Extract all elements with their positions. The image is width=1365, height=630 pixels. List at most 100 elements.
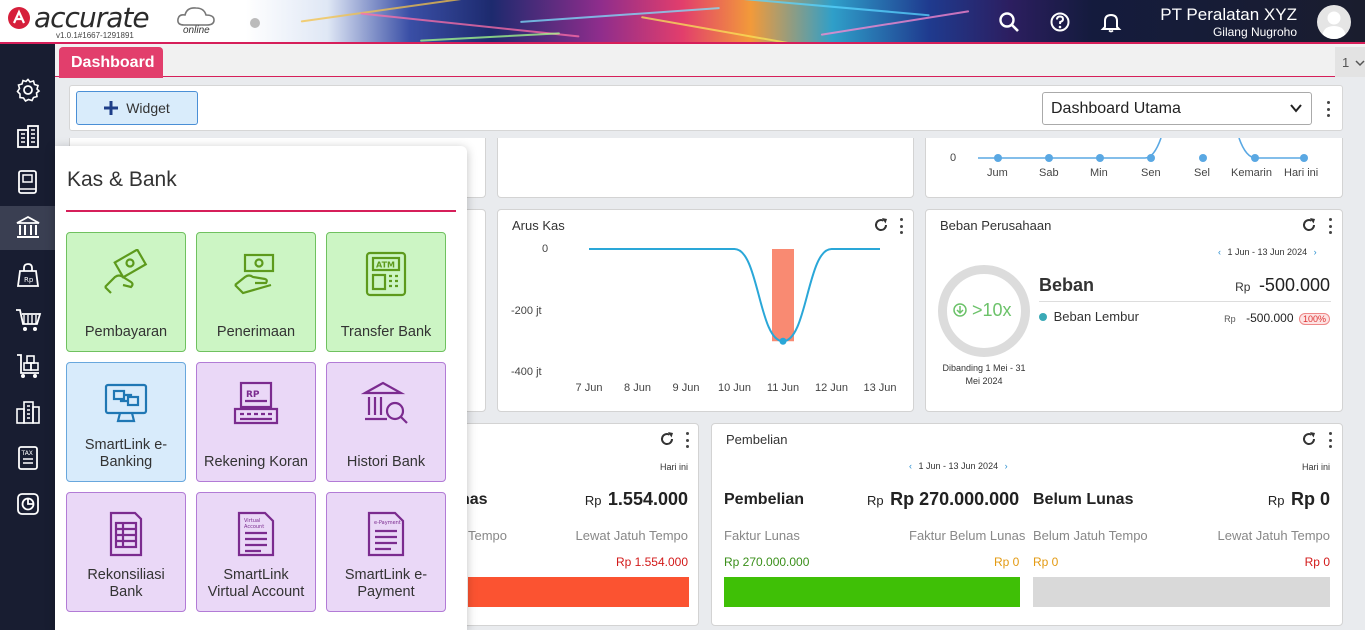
avatar[interactable]	[1317, 5, 1351, 39]
dashboard-select-value: Dashboard Utama	[1051, 100, 1181, 117]
widget-top-middle	[497, 138, 914, 198]
pembelian-total-value: Rp 270.000.000	[890, 489, 1020, 509]
company-info[interactable]: PT Peralatan XYZ Gilang Nugroho	[1160, 5, 1297, 39]
chevron-left-icon[interactable]: ‹	[909, 461, 912, 471]
tab-count-dropdown[interactable]: 1	[1335, 47, 1365, 77]
add-widget-label: Widget	[126, 100, 170, 116]
widget-menu-icon[interactable]	[1328, 218, 1332, 234]
currency-label: Rp	[1224, 314, 1236, 324]
chart-xtick: 12 Jun	[815, 382, 848, 394]
inventory-icon	[16, 354, 39, 378]
virtual-account-doc-icon: VirtualAccount	[237, 511, 275, 557]
top-chart-xtick: Sab	[1039, 167, 1059, 179]
tile-smartlink-epayment[interactable]: e-Payment SmartLink e-Payment	[326, 492, 446, 612]
period-label: Hari ini	[1301, 462, 1330, 472]
sidebar-item-ledger[interactable]	[0, 160, 55, 204]
sidebar-item-purchase[interactable]	[0, 298, 55, 342]
dashboard-select[interactable]: Dashboard Utama	[1042, 92, 1312, 125]
tile-smartlink-virtual-account[interactable]: Virtual Account SmartLink Virtual Account	[196, 492, 316, 612]
refresh-icon[interactable]	[659, 431, 675, 447]
chart-bar	[772, 249, 794, 342]
widget-menu-icon[interactable]	[685, 432, 689, 448]
tile-transfer-bank[interactable]: ATM Transfer Bank	[326, 232, 446, 352]
help-icon[interactable]	[1049, 11, 1071, 33]
tax-icon: TAX	[17, 446, 38, 470]
sidebar-item-settings[interactable]	[0, 68, 55, 112]
date-range-picker[interactable]: ‹ 1 Jun - 13 Jun 2024 ›	[1218, 247, 1317, 257]
company-name: PT Peralatan XYZ	[1160, 5, 1297, 24]
bank-search-icon	[361, 381, 408, 424]
divider	[1039, 301, 1331, 302]
toolbar-menu-icon[interactable]	[1326, 101, 1330, 117]
app-version: v1.0.1#1667-1291891	[56, 31, 134, 40]
sidebar-item-sales[interactable]: Rp	[0, 253, 55, 297]
chevron-right-icon[interactable]: ›	[1005, 461, 1008, 471]
svg-text:RP: RP	[246, 390, 260, 400]
sidebar-item-reports[interactable]	[0, 482, 55, 526]
top-chart-xtick: Jum	[987, 167, 1008, 179]
tile-smartlink-ebanking[interactable]: SmartLink e-Banking	[66, 362, 186, 482]
chart-xtick: 10 Jun	[718, 382, 751, 394]
sales-bag-icon: Rp	[16, 263, 39, 287]
sidebar-item-cash-bank[interactable]	[0, 206, 55, 250]
tile-label: Rekening Koran	[204, 454, 308, 470]
chart-xtick: 11 Jun	[767, 382, 799, 394]
chevron-left-icon[interactable]: ‹	[1218, 247, 1221, 257]
bank-icon	[16, 215, 39, 238]
refresh-icon[interactable]	[1301, 217, 1317, 233]
chevron-down-icon	[1355, 60, 1365, 67]
compare-note: Dibanding 1 Mei - 31 Mei 2024	[942, 363, 1026, 386]
tile-label: SmartLink Virtual Account	[207, 567, 305, 600]
tile-pembayaran[interactable]: Pembayaran	[66, 232, 186, 352]
bell-icon[interactable]	[1100, 11, 1122, 33]
beban-total-value: -500.000	[1258, 275, 1330, 295]
sidebar-item-inventory[interactable]	[0, 344, 55, 388]
payment-hand-icon	[104, 249, 148, 294]
chart-point	[1045, 154, 1053, 162]
sidebar-item-company[interactable]	[0, 115, 55, 159]
chart-point	[1251, 154, 1259, 162]
refresh-icon[interactable]	[1301, 431, 1317, 447]
gear-icon	[15, 78, 40, 103]
column-label: Faktur Lunas	[724, 528, 800, 543]
tile-rekening-koran[interactable]: RP Rekening Koran	[196, 362, 316, 482]
unpaid-value: Rp 0	[994, 555, 1020, 569]
beban-item-value: -500.000	[1246, 311, 1294, 325]
svg-text:e-Payment: e-Payment	[374, 520, 401, 526]
receive-money-icon	[234, 253, 275, 295]
widget-menu-icon[interactable]	[1328, 432, 1332, 448]
tile-label: Rekonsiliasi Bank	[87, 567, 165, 600]
penjualan-total: Rp 1.554.000	[585, 489, 688, 510]
beban-item-name: Beban Lembur	[1053, 309, 1139, 324]
svg-text:TAX: TAX	[20, 450, 32, 457]
column-label: Tempo	[468, 528, 508, 543]
currency-label: Rp	[584, 493, 602, 508]
penjualan-total-value: 1.554.000	[607, 489, 688, 509]
beban-item[interactable]: Beban Lembur	[1039, 309, 1139, 324]
date-range-picker[interactable]: ‹ 1 Jun - 13 Jun 2024 ›	[909, 461, 1008, 471]
period-label: Hari ini	[659, 462, 688, 472]
tile-penerimaan[interactable]: Penerimaan	[196, 232, 316, 352]
app-logo[interactable]: accurate online v1.0.1#1667-1291891	[0, 0, 250, 44]
divider	[66, 210, 456, 212]
search-icon[interactable]	[998, 11, 1020, 33]
tab-dashboard[interactable]: Dashboard	[59, 47, 163, 78]
column-label: Lewat Jatuh Tempo	[575, 528, 689, 543]
sidebar-item-assets[interactable]	[0, 390, 55, 434]
add-widget-button[interactable]: Widget	[76, 91, 198, 125]
ratio-value: >10x	[953, 300, 1012, 321]
top-chart-xtick: Min	[1090, 167, 1108, 179]
overdue-bar	[468, 577, 689, 607]
tile-histori-bank[interactable]: Histori Bank	[326, 362, 446, 482]
overdue-value: Rp 1.554.000	[615, 555, 688, 569]
chart-point	[779, 337, 787, 345]
chevron-right-icon[interactable]: ›	[1314, 247, 1317, 257]
chart-xtick: 7 Jun	[576, 382, 603, 394]
tile-rekonsiliasi-bank[interactable]: Rekonsiliasi Bank	[66, 492, 186, 612]
column-label: Lewat Jatuh Tempo	[1217, 528, 1331, 543]
widget-title: Beban Perusahaan	[940, 218, 1052, 233]
sidebar-item-tax[interactable]: TAX	[0, 436, 55, 480]
book-icon	[17, 170, 37, 194]
logo-subtitle: online	[183, 25, 210, 36]
widget-beban-perusahaan: Beban Perusahaan ‹ 1 Jun - 13 Jun 2024 ›…	[925, 209, 1343, 412]
